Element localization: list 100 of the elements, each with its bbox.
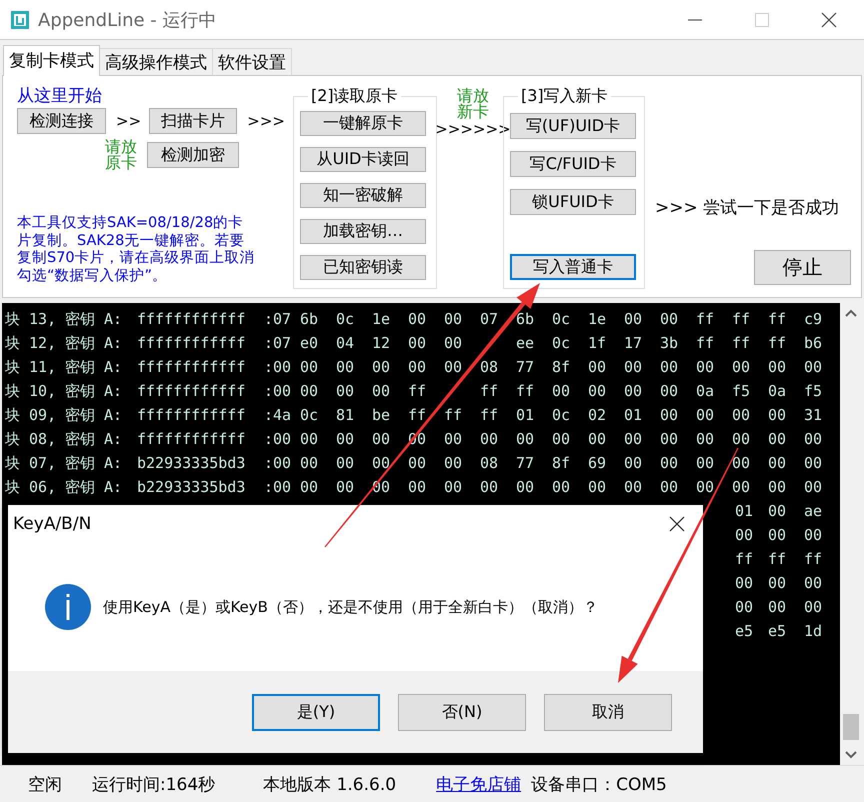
hex-byte: 00: [624, 358, 644, 376]
hex-byte: 00: [372, 382, 392, 400]
arrow-text: >>>>>>: [435, 120, 511, 138]
block-label: 块 08,: [4, 430, 58, 448]
hex-byte: 00: [660, 358, 680, 376]
shop-link[interactable]: 电子免店铺: [436, 772, 522, 796]
hex-byte: e5: [734, 622, 754, 640]
hex-byte: ff: [516, 382, 536, 400]
hex-byte: 00: [336, 382, 356, 400]
hex-byte: 00: [552, 478, 572, 496]
hex-byte: 00: [734, 526, 754, 544]
hex-byte: 1f: [588, 334, 608, 352]
scroll-down-icon[interactable]: [845, 751, 857, 759]
hex-byte: 00: [660, 406, 680, 424]
dialog-button[interactable]: 否(N): [398, 694, 526, 730]
hex-byte: 00: [444, 310, 464, 328]
hex-byte: :07: [264, 310, 292, 328]
read-button[interactable]: 加载密钥…: [300, 219, 426, 244]
write-button[interactable]: 写入普通卡: [510, 254, 636, 280]
hex-byte: ff: [768, 334, 788, 352]
hex-byte: 17: [624, 334, 644, 352]
hex-byte: 00: [552, 430, 572, 448]
hex-byte: 1d: [804, 622, 824, 640]
hex-byte: ff: [804, 550, 824, 568]
hex-byte: ff: [732, 310, 752, 328]
hex-byte: 77: [516, 454, 536, 472]
write-button[interactable]: 写(UF)UID卡: [510, 113, 636, 139]
hex-byte: 00: [408, 454, 428, 472]
read-button[interactable]: 知一密破解: [300, 183, 426, 208]
dialog-button[interactable]: 取消: [544, 694, 672, 730]
hex-byte: 00: [660, 430, 680, 448]
hex-byte: 00: [300, 382, 320, 400]
hex-byte: ff: [768, 310, 788, 328]
hex-byte: 00: [804, 454, 824, 472]
key-value: ffffffffffff: [137, 430, 246, 448]
hex-byte: 00: [444, 334, 464, 352]
hex-byte: 1e: [588, 310, 608, 328]
place-card-hint: 请放原卡: [105, 139, 137, 171]
write-button[interactable]: 写C/FUID卡: [510, 151, 636, 177]
hex-byte: 00: [336, 430, 356, 448]
hex-byte: :00: [264, 358, 292, 376]
hex-byte: ff: [408, 382, 428, 400]
hex-byte: 00: [588, 358, 608, 376]
detect-encryption-button[interactable]: 检测加密: [147, 142, 239, 168]
tab[interactable]: 复制卡模式: [3, 45, 100, 76]
hex-byte: 77: [516, 358, 536, 376]
read-button[interactable]: 从UID卡读回: [300, 147, 426, 172]
hex-byte: 00: [516, 478, 536, 496]
hex-byte: 00: [552, 382, 572, 400]
hex-byte: 00: [696, 406, 716, 424]
hex-byte: 00: [696, 454, 716, 472]
version-text: 本地版本 1.6.6.0: [263, 774, 396, 796]
port-text: 设备串口：COM5: [531, 774, 667, 796]
hex-byte: 00: [768, 406, 788, 424]
hex-byte: 08: [480, 454, 500, 472]
hex-byte: 00: [480, 478, 500, 496]
hex-byte: 0c: [552, 310, 572, 328]
hex-byte: 1e: [372, 310, 392, 328]
key-value: ffffffffffff: [137, 334, 246, 352]
hex-byte: ff: [696, 310, 716, 328]
close-icon[interactable]: [669, 516, 685, 532]
info-icon: [45, 584, 91, 630]
hex-byte: 04: [336, 334, 356, 352]
start-label: 从这里开始: [17, 85, 103, 106]
hex-byte: be: [372, 406, 392, 424]
hex-byte: b6: [804, 334, 824, 352]
hex-byte: :4a: [264, 406, 292, 424]
hex-byte: 0c: [552, 406, 572, 424]
key-label: 密钥 A:: [65, 454, 124, 472]
hex-byte: 00: [804, 478, 824, 496]
read-button[interactable]: 一键解原卡: [300, 111, 426, 136]
hex-byte: 00: [372, 358, 392, 376]
hex-byte: ff: [732, 334, 752, 352]
hex-byte: 00: [408, 334, 428, 352]
key-value: b22933335bd3: [137, 478, 246, 496]
key-value: b22933335bd3: [137, 454, 246, 472]
hex-byte: 01: [516, 406, 536, 424]
read-button[interactable]: 已知密钥读: [300, 255, 426, 280]
hex-byte: 00: [444, 454, 464, 472]
scroll-up-icon[interactable]: [845, 309, 857, 317]
tab[interactable]: 软件设置: [212, 48, 292, 75]
key-label: 密钥 A:: [65, 358, 124, 376]
hex-byte: 00: [732, 430, 752, 448]
hex-byte: 00: [480, 430, 500, 448]
scroll-thumb[interactable]: [843, 714, 859, 740]
hex-byte: 00: [768, 478, 788, 496]
hex-byte: 31: [804, 406, 824, 424]
hex-byte: 0a: [768, 382, 788, 400]
write-button[interactable]: 锁UFUID卡: [510, 189, 636, 215]
stop-button[interactable]: 停止: [754, 250, 851, 285]
hex-byte: 00: [408, 310, 428, 328]
block-label: 块 10,: [4, 382, 58, 400]
hex-byte: f5: [804, 382, 824, 400]
scan-button[interactable]: 扫描卡片: [149, 108, 238, 134]
dialog-button[interactable]: 是(Y): [252, 694, 380, 730]
hex-byte: c9: [804, 310, 824, 328]
hex-byte: 00: [732, 406, 752, 424]
connect-button[interactable]: 检测连接: [17, 108, 106, 134]
hex-byte: 8f: [552, 454, 572, 472]
hex-byte: 00: [660, 310, 680, 328]
